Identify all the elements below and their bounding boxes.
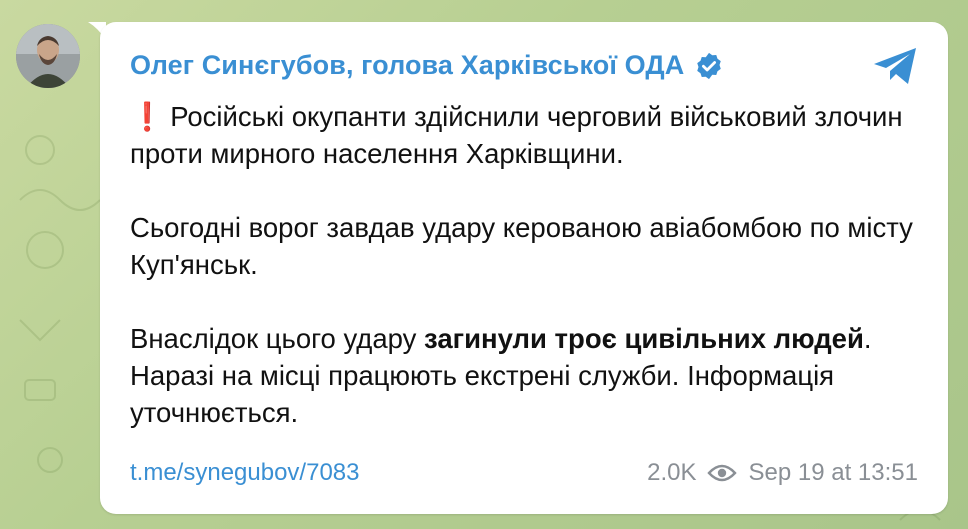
message-meta: 2.0K Sep 19 at 13:51 <box>647 459 918 487</box>
channel-avatar[interactable] <box>16 24 80 88</box>
post-link[interactable]: t.me/synegubov/7083 <box>130 459 360 487</box>
views-count: 2.0K <box>647 459 697 486</box>
channel-name[interactable]: Олег Синєгубов, голова Харківської ОДА <box>130 50 684 81</box>
avatar-photo-icon <box>16 24 80 88</box>
message-footer: t.me/synegubov/7083 2.0K Sep 19 at 13:51 <box>130 458 918 488</box>
message-text: ❗ Російські окупанти здійснили черговий в… <box>130 98 920 431</box>
message-timestamp: Sep 19 at 13:51 <box>748 459 918 486</box>
message-bubble: Олег Синєгубов, голова Харківської ОДА ❗… <box>100 22 948 514</box>
paragraph-3-bold: загинули троє цивільних людей <box>424 323 864 354</box>
message-header: Олег Синєгубов, голова Харківської ОДА <box>130 50 724 81</box>
paragraph-2-text: Сьогодні ворог завдав удару керованою ав… <box>130 212 913 280</box>
paragraph-3-lead: Внаслідок цього удару <box>130 323 425 354</box>
eye-icon <box>706 464 737 482</box>
paragraph-1-text: Російські окупанти здійснили черговий ві… <box>130 101 903 169</box>
message-paragraph-3: Внаслідок цього удару загинули троє циві… <box>130 320 920 431</box>
message-paragraph-2: Сьогодні ворог завдав удару керованою ав… <box>130 209 920 283</box>
message-paragraph-1: ❗ Російські окупанти здійснили черговий в… <box>130 98 920 172</box>
exclamation-icon: ❗ <box>130 101 165 132</box>
verified-badge-icon <box>697 52 722 79</box>
telegram-plane-icon[interactable] <box>872 46 920 86</box>
